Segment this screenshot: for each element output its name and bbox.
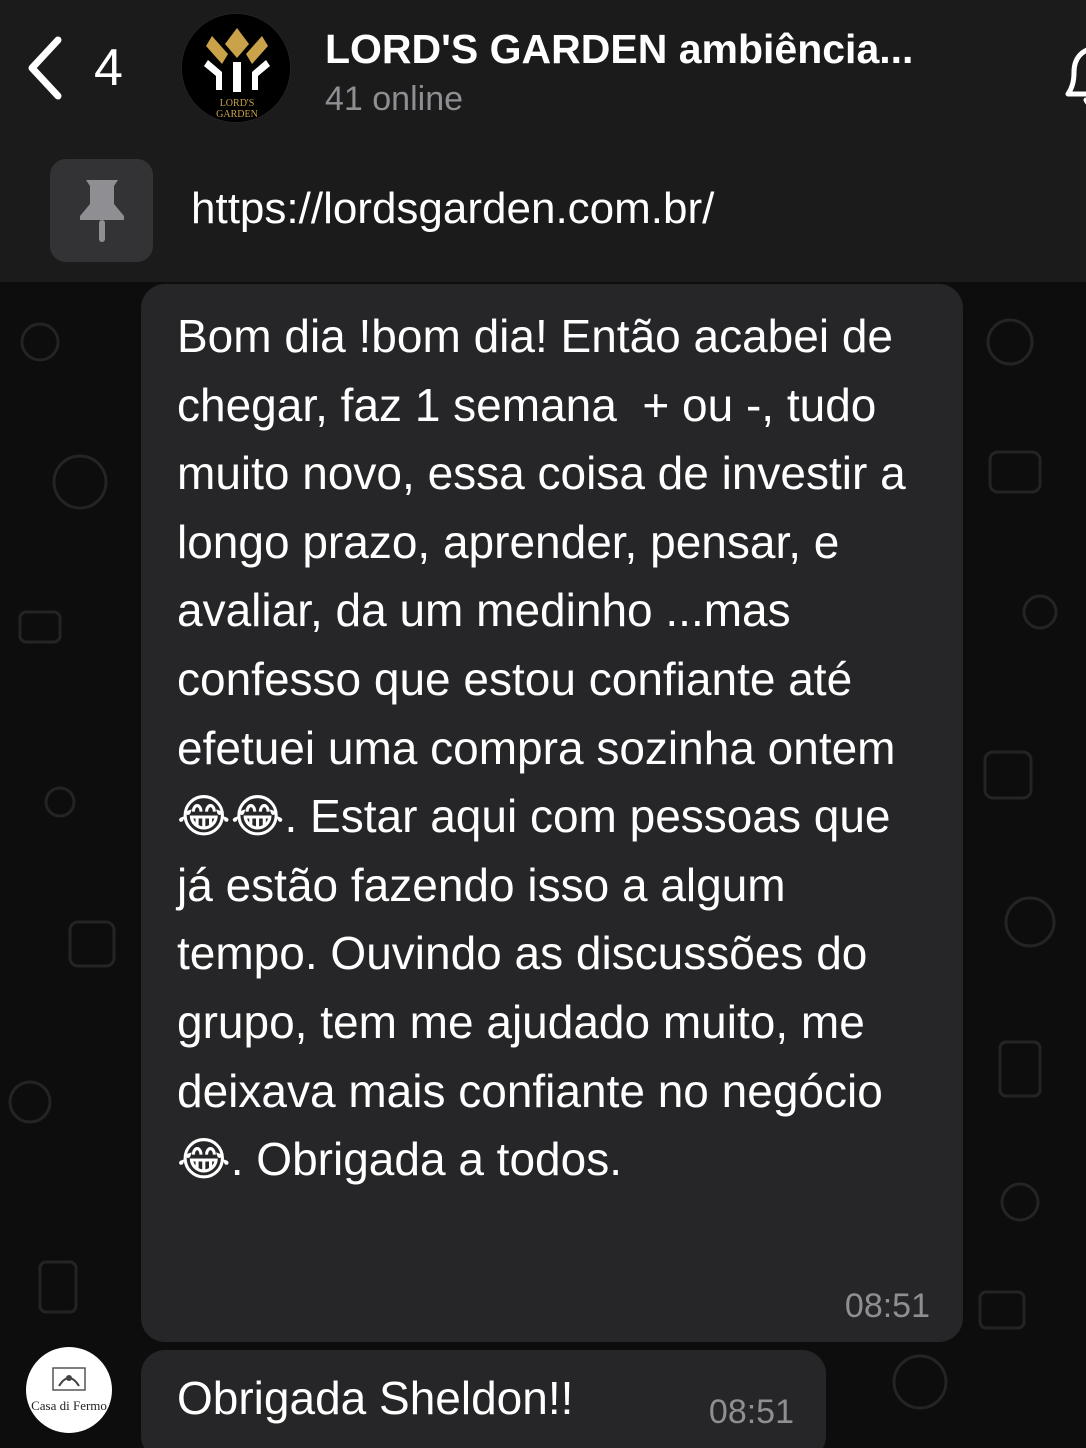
chat-header: 4 LORD'S GARDEN LORD'S GARDEN ambiência.…: [0, 0, 1086, 140]
message-bubble[interactable]: Bom dia !bom dia! Então acabei de chegar…: [141, 284, 963, 1342]
group-avatar[interactable]: LORD'S GARDEN: [181, 13, 291, 123]
wallpaper-doodle: [52, 454, 108, 510]
wallpaper-doodle: [1000, 1182, 1040, 1222]
casa-di-fermo-logo: [52, 1367, 86, 1391]
wallpaper-doodle: [20, 322, 60, 362]
wallpaper-doodle: [983, 750, 1033, 800]
chat-title[interactable]: LORD'S GARDEN ambiência...: [325, 26, 913, 73]
message-text: Bom dia !bom dia! Então acabei de chegar…: [177, 310, 919, 1186]
wallpaper-doodle: [44, 786, 76, 818]
back-button[interactable]: 4: [22, 28, 142, 108]
message-text: Obrigada Sheldon!!: [177, 1372, 574, 1424]
bell-icon[interactable]: [1058, 30, 1086, 110]
wallpaper-doodle: [18, 610, 62, 644]
pin-icon-box: [50, 159, 153, 262]
unread-count: 4: [94, 39, 123, 97]
wallpaper-doodle: [68, 920, 116, 968]
wallpaper-doodle: [1004, 896, 1056, 948]
pin-icon: [79, 179, 124, 242]
sender-avatar-text: Casa di Fermo: [31, 1398, 107, 1413]
sender-avatar[interactable]: Casa di Fermo: [26, 1347, 112, 1433]
logo-line-2: GARDEN: [216, 109, 258, 120]
pinned-message-bar[interactable]: https://lordsgarden.com.br/: [0, 140, 1086, 282]
message-time: 08:51: [708, 1393, 794, 1431]
wallpaper-doodle: [986, 318, 1034, 366]
online-status: 41 online: [325, 80, 464, 118]
wallpaper-doodle: [38, 1260, 78, 1314]
message-bubble[interactable]: Obrigada Sheldon!! 08:51: [141, 1350, 826, 1448]
pinned-link[interactable]: https://lordsgarden.com.br/: [191, 184, 714, 234]
chat-screen: 4 LORD'S GARDEN LORD'S GARDEN ambiência.…: [0, 0, 1086, 1448]
lords-garden-logo: LORD'S GARDEN: [182, 14, 290, 122]
wallpaper-doodle: [978, 1290, 1026, 1330]
wallpaper-doodle: [892, 1354, 948, 1410]
wallpaper-doodle: [998, 1040, 1042, 1098]
wallpaper-doodle: [988, 450, 1042, 494]
message-time: 08:51: [844, 1287, 930, 1325]
wallpaper-doodle: [1022, 594, 1058, 630]
logo-line-1: LORD'S: [220, 98, 255, 109]
wallpaper-doodle: [8, 1080, 52, 1124]
chevron-left-icon: [28, 36, 62, 100]
